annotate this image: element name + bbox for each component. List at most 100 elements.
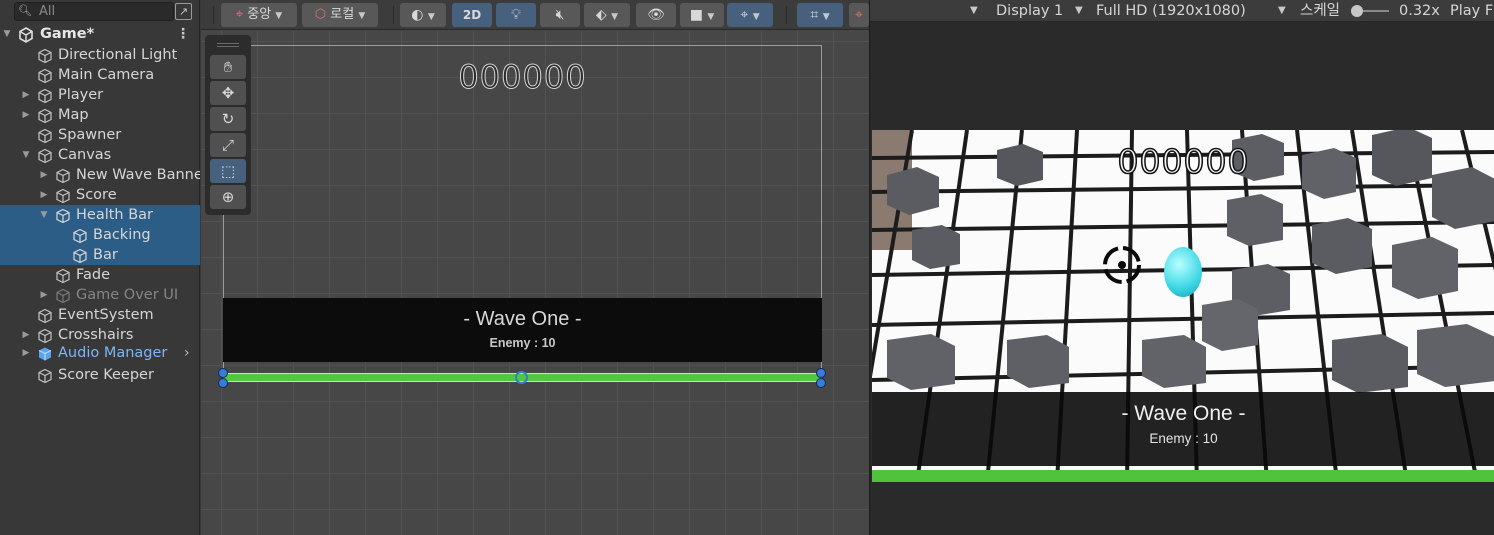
hierarchy-item-map[interactable]: ▶ Map	[0, 105, 200, 125]
scene-wave-banner: - Wave One - Enemy : 10	[223, 298, 822, 362]
move-arrows-icon: ✥	[221, 84, 235, 102]
maximize-icon[interactable]: ↗	[175, 3, 192, 20]
rect-pivot-handle[interactable]	[515, 371, 528, 384]
transform-tool-button[interactable]: ⊕	[210, 185, 246, 209]
hierarchy-item-label: Spawner	[58, 127, 122, 143]
unity-scene-icon	[19, 27, 33, 43]
scale-label: 스케일	[1300, 3, 1341, 19]
expand-arrow-icon[interactable]: ▶	[21, 105, 31, 125]
hierarchy-item-bar[interactable]: Bar	[0, 245, 200, 265]
expand-arrow-icon[interactable]: ▶	[21, 325, 31, 345]
game-render[interactable]: 000000 - Wave One - Enemy : 10	[872, 130, 1494, 482]
toolbar-separator	[393, 6, 394, 24]
gameobject-icon	[38, 148, 52, 164]
rect-handle-top-left[interactable]	[218, 368, 228, 378]
hierarchy-item-label: Canvas	[58, 147, 112, 163]
game-view: ▼ Display 1 ▼ Full HD (1920x1080) ▼ 스케일 …	[869, 0, 1494, 535]
tool-palette: ✋︎ ✥ ↻ ⤢ ⬚ ⊕	[205, 35, 251, 215]
hand-tool-button[interactable]: ✋︎	[210, 55, 246, 79]
rect-handle-bottom-right[interactable]	[816, 378, 826, 388]
pivot-center-dropdown[interactable]: ⌖ 중앙 ▼	[221, 3, 297, 27]
hierarchy-item-score-keeper[interactable]: Score Keeper	[0, 365, 200, 385]
hierarchy-item-backing[interactable]: Backing	[0, 225, 200, 245]
audio-toggle[interactable]: 🔇︎	[540, 3, 580, 27]
palette-drag-grip[interactable]	[217, 43, 239, 47]
local-global-dropdown[interactable]: ⬡ 로컬 ▼	[302, 3, 378, 27]
hierarchy-item-label: EventSystem	[58, 307, 154, 323]
expand-arrow-icon[interactable]: ▶	[39, 165, 49, 185]
chevron-down-icon: ▼	[275, 11, 283, 21]
hierarchy-item-label: Bar	[93, 247, 118, 263]
hierarchy-item-eventsystem[interactable]: EventSystem	[0, 305, 200, 325]
expand-arrow-icon[interactable]: ▶	[39, 285, 49, 305]
open-prefab-arrow-icon[interactable]: ›	[184, 343, 190, 363]
hierarchy-item-label: New Wave Banner	[76, 167, 200, 183]
rect-transform-icon: ⬚	[220, 162, 236, 180]
hierarchy-item-label: Score Keeper	[58, 367, 154, 383]
hierarchy-item-scene[interactable]: ▼ Game* ⋮	[0, 24, 200, 44]
hierarchy-item-label: Game*	[40, 26, 95, 42]
draw-mode-dropdown[interactable]: ◐ ▼	[400, 3, 446, 27]
hierarchy-item-audio-manager[interactable]: ▶ Audio Manager ›	[0, 343, 200, 363]
grid-snap-dropdown[interactable]: ⌗ ▼	[797, 3, 843, 27]
rect-tool-button[interactable]: ⬚	[210, 159, 246, 183]
hierarchy-item-player[interactable]: ▶ Player	[0, 85, 200, 105]
scene-view[interactable]: ⌖ 중앙 ▼ ⬡ 로컬 ▼ ◐ ▼ 2D 💡︎ 🔇︎ ⬖ ▼ 👁︎ ■ ▼ ⌖ …	[201, 0, 869, 535]
gameobject-icon	[38, 88, 52, 104]
fold-arrow-icon[interactable]: ▼	[2, 24, 12, 44]
aspect-dropdown-chevron-icon[interactable]: ▼	[970, 0, 978, 22]
play-focused-dropdown[interactable]: Play F	[1450, 0, 1493, 22]
hierarchy-item-score[interactable]: ▶ Score	[0, 185, 200, 205]
hidden-eye-icon: 👁︎	[647, 7, 665, 23]
hierarchy-search-input[interactable]: 🔍︎ All	[14, 2, 174, 21]
resolution-dropdown[interactable]: Full HD (1920x1080)	[1096, 0, 1246, 22]
hierarchy-item-game-over-ui[interactable]: ▶ Game Over UI	[0, 285, 200, 305]
gameobject-icon	[56, 288, 70, 304]
rotate-tool-button[interactable]: ↻	[210, 107, 246, 131]
camera-icon: ■	[689, 7, 703, 23]
shaded-sphere-icon: ◐	[411, 7, 424, 23]
space-label: 로컬	[330, 7, 355, 22]
scene-wave-title: - Wave One -	[463, 308, 582, 330]
prefab-icon	[38, 347, 52, 361]
expand-arrow-icon[interactable]: ▶	[21, 343, 31, 363]
gameobject-icon	[56, 188, 70, 204]
chevron-down-icon: ▼	[752, 12, 760, 22]
hierarchy-item-fade[interactable]: Fade	[0, 265, 200, 285]
pivot-icon: ⌖	[235, 7, 244, 22]
display-dropdown[interactable]: Display 1	[996, 0, 1063, 22]
game-health-bar	[872, 470, 1494, 482]
hierarchy-item-canvas[interactable]: ▼ Canvas	[0, 145, 200, 165]
expand-arrow-icon[interactable]: ▶	[39, 185, 49, 205]
hierarchy-item-main-camera[interactable]: Main Camera	[0, 65, 200, 85]
more-options-icon[interactable]: ⋮	[176, 24, 190, 44]
hierarchy-item-label: Game Over UI	[76, 287, 179, 303]
scene-visibility-toggle[interactable]: 👁︎	[636, 3, 676, 27]
2d-mode-toggle[interactable]: 2D	[452, 3, 492, 27]
local-space-icon: ⬡	[314, 7, 327, 22]
scale-slider-handle[interactable]	[1351, 5, 1363, 17]
camera-settings-dropdown[interactable]: ■ ▼	[680, 3, 724, 27]
gizmos-dropdown[interactable]: ⌖ ▼	[727, 3, 773, 27]
rect-handle-bottom-left[interactable]	[218, 378, 228, 388]
hierarchy-item-health-bar[interactable]: ▼ Health Bar	[0, 205, 200, 225]
snap-increment-button[interactable]: ⌖	[849, 3, 869, 27]
expand-arrow-icon[interactable]: ▶	[21, 85, 31, 105]
fold-arrow-icon[interactable]: ▼	[39, 205, 49, 225]
fold-arrow-icon[interactable]: ▼	[21, 145, 31, 165]
hierarchy-item-crosshairs[interactable]: ▶ Crosshairs	[0, 325, 200, 345]
crosshair-icon	[1103, 246, 1141, 284]
rect-handle-top-right[interactable]	[816, 368, 826, 378]
effects-dropdown[interactable]: ⬖ ▼	[584, 3, 630, 27]
lighting-toggle[interactable]: 💡︎	[496, 3, 536, 27]
gameobject-icon	[73, 248, 87, 264]
hierarchy-item-directional-light[interactable]: Directional Light	[0, 45, 200, 65]
chevron-down-icon: ▼	[1278, 5, 1286, 16]
gameobject-icon	[38, 368, 52, 384]
2d-label: 2D	[462, 8, 482, 22]
gameobject-icon	[38, 68, 52, 84]
scale-tool-button[interactable]: ⤢	[210, 133, 246, 157]
move-tool-button[interactable]: ✥	[210, 81, 246, 105]
hierarchy-item-new-wave-banner[interactable]: ▶ New Wave Banner	[0, 165, 200, 185]
hierarchy-item-spawner[interactable]: Spawner	[0, 125, 200, 145]
